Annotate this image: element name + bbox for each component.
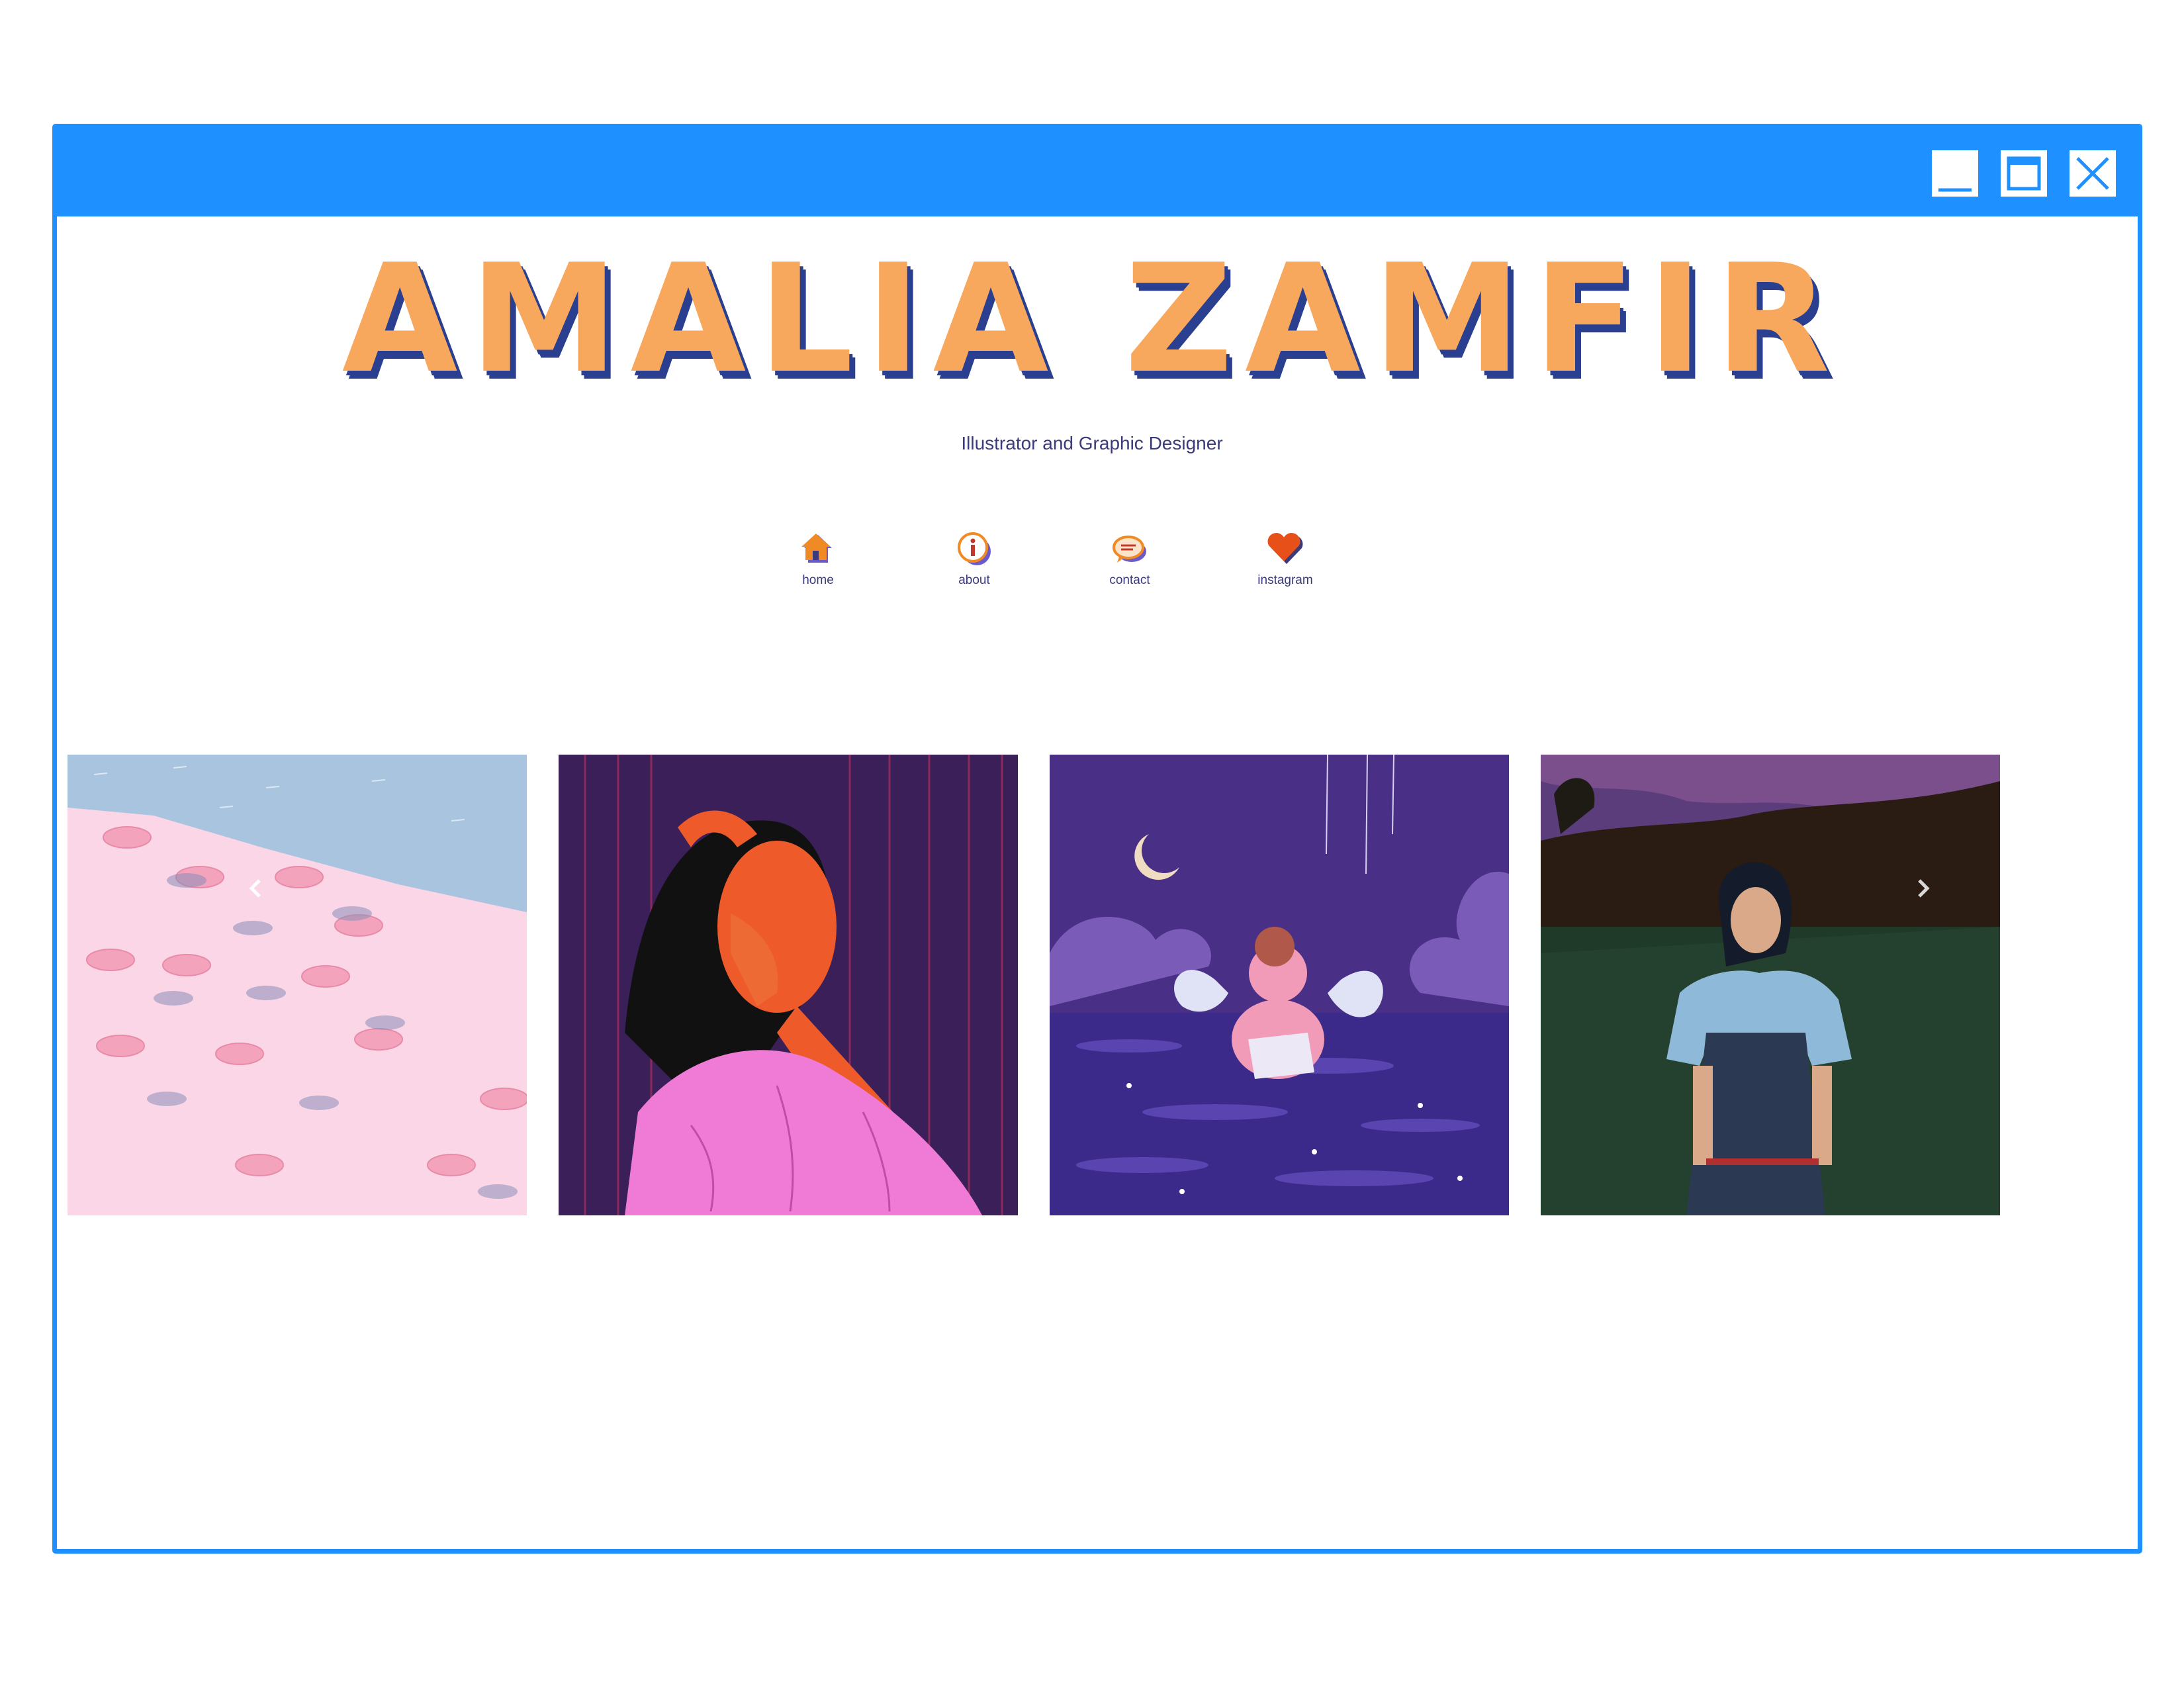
- chevron-left-icon[interactable]: [242, 875, 269, 902]
- gallery-image-beach[interactable]: [68, 755, 527, 1215]
- nav-label-instagram: instagram: [1257, 573, 1313, 587]
- nav-label-home: home: [802, 573, 834, 587]
- site-subtitle: Illustrator and Graphic Designer: [961, 433, 1223, 453]
- minimize-button[interactable]: [1932, 150, 1978, 197]
- nav-item-contact[interactable]: contact: [1090, 530, 1169, 588]
- info-icon: [958, 532, 991, 565]
- close-button[interactable]: [2070, 150, 2116, 197]
- nav-item-about[interactable]: about: [934, 530, 1014, 588]
- chevron-right-icon[interactable]: [1910, 875, 1936, 902]
- image-carousel: [68, 755, 2003, 1215]
- main-nav: home about contact instagram: [778, 530, 1400, 602]
- site-title: AMALIA ZAMFIR: [341, 232, 1843, 406]
- heart-icon: [1267, 533, 1303, 564]
- gallery-image-woman-blue[interactable]: [1541, 755, 2000, 1215]
- window-titlebar: [57, 128, 2138, 216]
- maximize-button[interactable]: [2001, 150, 2047, 197]
- minimize-icon: [1938, 188, 1972, 192]
- maximize-icon: [2007, 156, 2041, 191]
- nav-label-contact: contact: [1109, 573, 1150, 587]
- nav-item-instagram[interactable]: instagram: [1246, 530, 1325, 588]
- nav-label-about: about: [958, 573, 990, 587]
- close-icon: [2076, 157, 2109, 190]
- nav-item-home[interactable]: home: [778, 530, 858, 588]
- house-icon: [801, 534, 832, 563]
- chat-icon: [1113, 536, 1146, 563]
- gallery-image-cherub[interactable]: [1050, 755, 1509, 1215]
- gallery-image-portrait[interactable]: [559, 755, 1018, 1215]
